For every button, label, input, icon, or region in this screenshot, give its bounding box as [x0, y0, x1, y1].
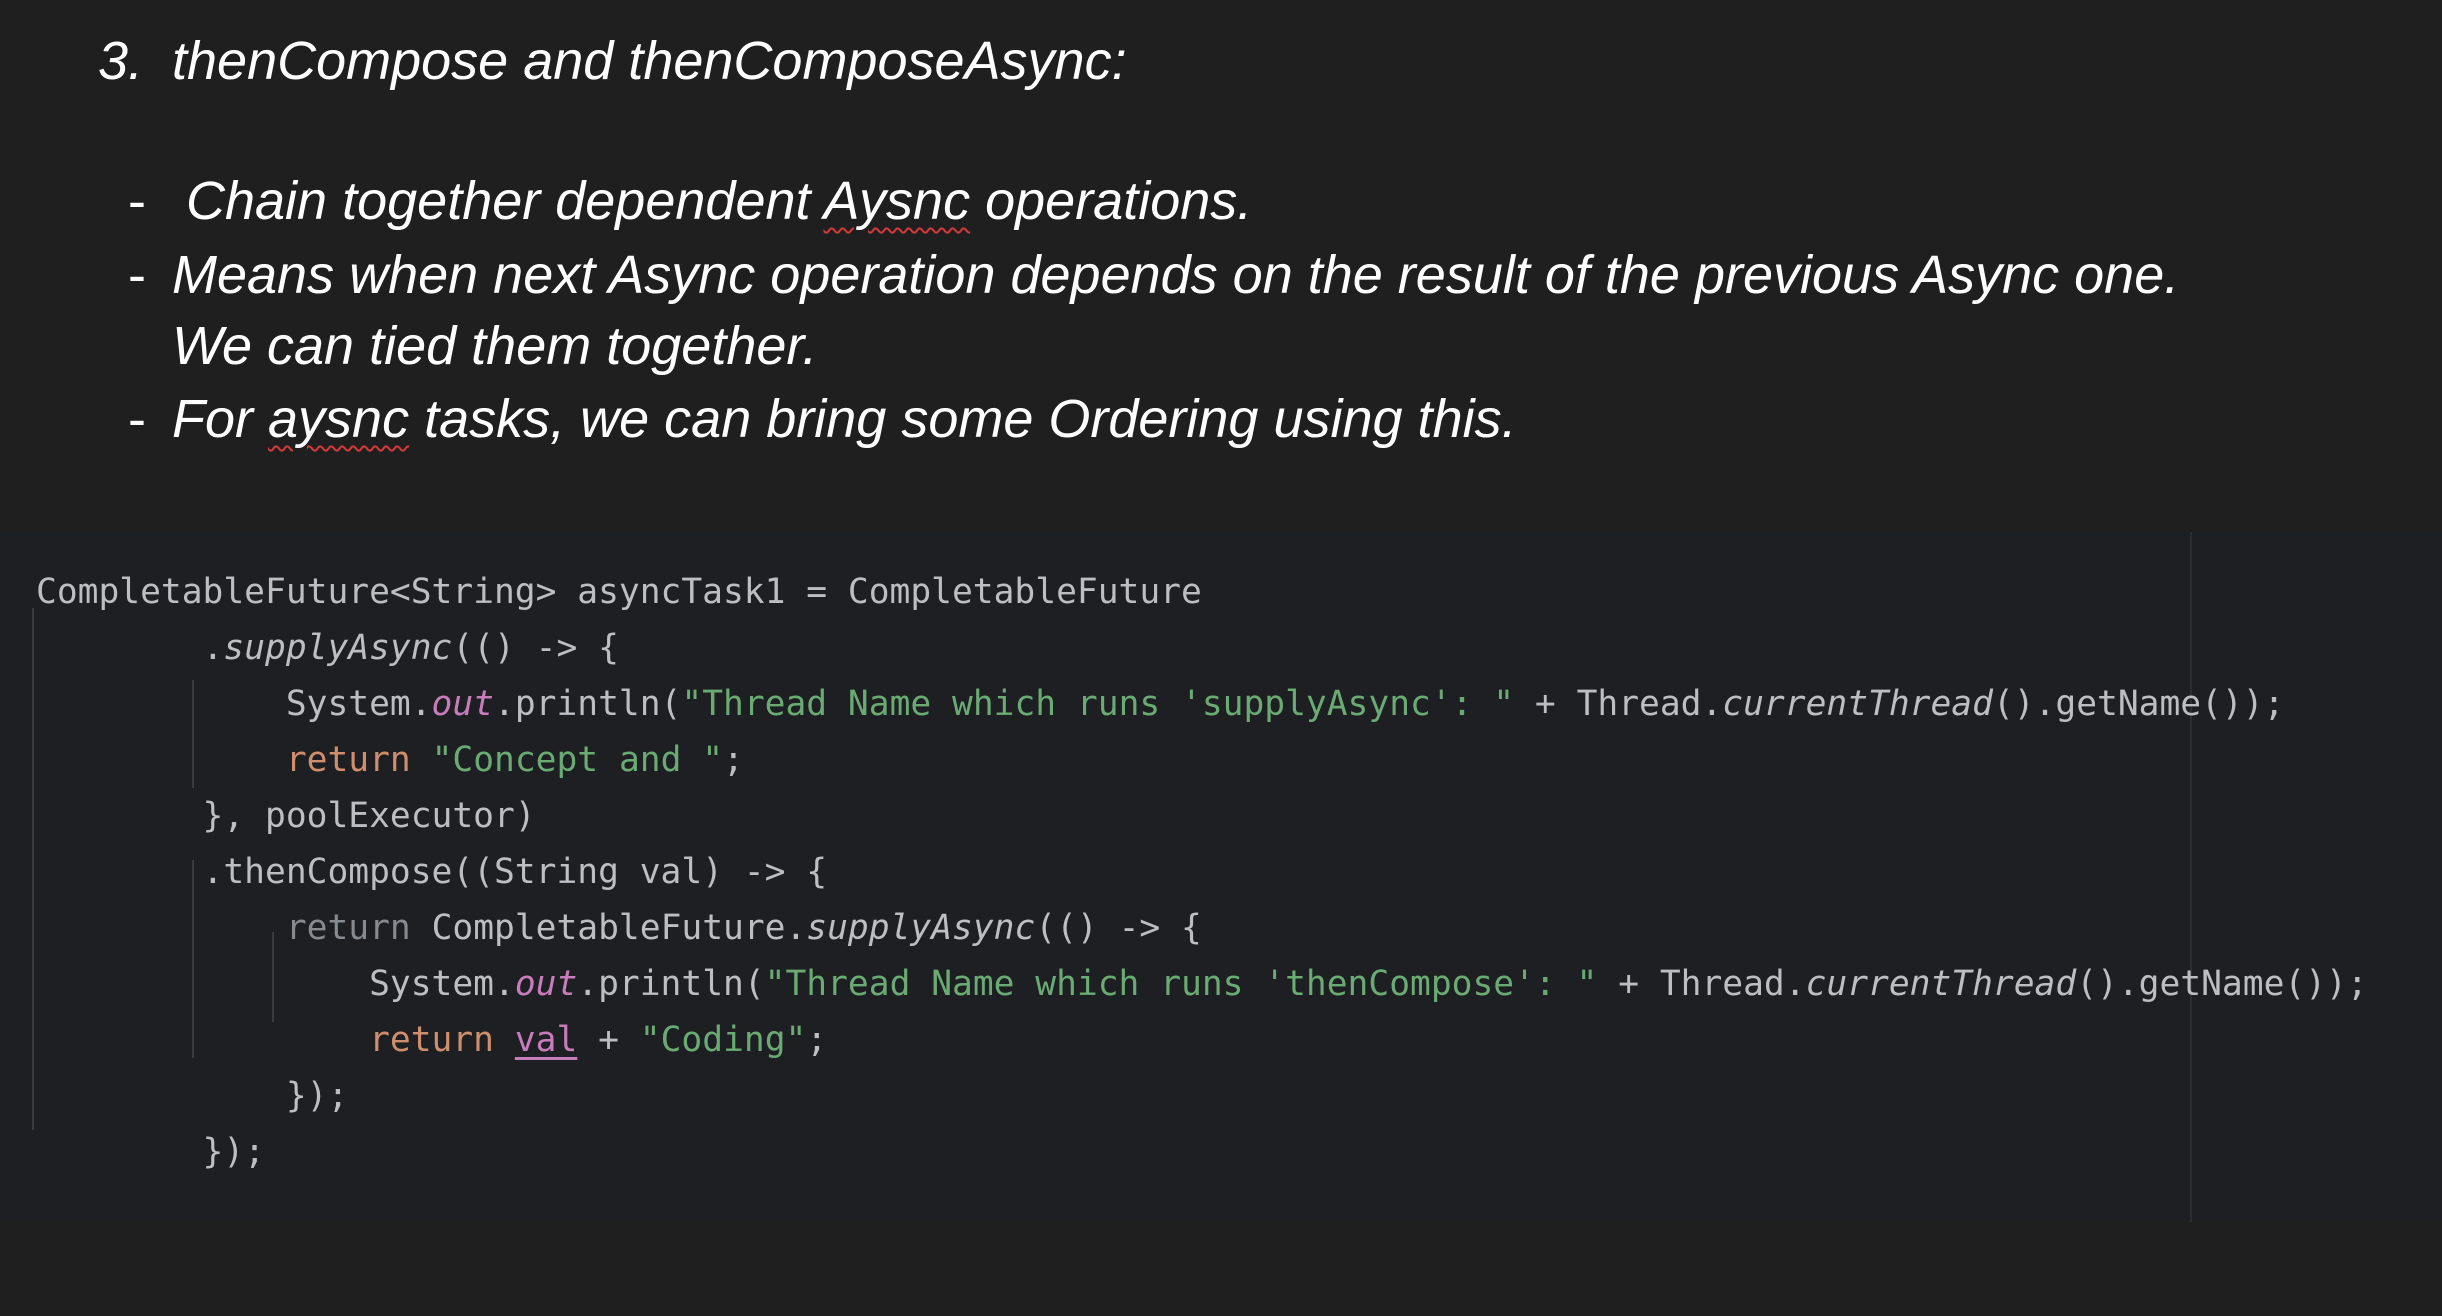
code-token: "Thread Name which runs 'supplyAsync': "	[681, 684, 1515, 724]
code-token: .println(	[494, 684, 682, 724]
bullet-dash: -	[128, 389, 146, 449]
code-token: out	[431, 684, 495, 724]
bullet-text-line: For aysnc tasks, we can bring some Order…	[172, 388, 1517, 450]
code-token: +	[577, 1020, 640, 1060]
bullet-text: For	[172, 389, 269, 449]
code-line: });	[36, 1068, 348, 1124]
code-token: (() -> {	[452, 628, 619, 668]
code-token: "Concept and "	[431, 740, 724, 780]
code-token: + Thread.	[1514, 684, 1723, 724]
code-line: .thenCompose((String val) -> {	[36, 844, 828, 900]
bullet-dash: -	[128, 171, 146, 231]
code-token: CompletableFuture<String> asyncTask1 = C…	[36, 572, 1202, 612]
code-token: currentThread	[1722, 684, 1993, 724]
code-token: }, poolExecutor)	[36, 796, 536, 836]
slide: 3. thenCompose and thenComposeAsync: - Cha…	[0, 0, 2442, 1316]
bullet-text-line: We can tied them together.	[172, 315, 817, 377]
bullet-text: tasks, we can bring some Ordering using …	[409, 389, 1517, 449]
code-token: supplyAsync	[223, 628, 453, 668]
code-token: return	[369, 1020, 495, 1060]
code-token: supplyAsync	[806, 908, 1036, 948]
code-token: ;	[723, 740, 744, 780]
misspelled-word: Aysnc	[823, 171, 971, 231]
code-token: out	[514, 964, 578, 1004]
code-token: + Thread.	[1597, 964, 1806, 1004]
bullet-text: We can tied them together.	[172, 316, 818, 376]
code-token: System.	[36, 684, 432, 724]
code-token: .println(	[577, 964, 765, 1004]
bullet-text-line: Means when next Async operation depends …	[172, 244, 2179, 306]
heading-title: thenCompose and thenComposeAsync:	[172, 31, 1127, 91]
code-token: "Thread Name which runs 'thenCompose': "	[764, 964, 1598, 1004]
heading-number: 3.	[98, 31, 144, 91]
code-token: ;	[806, 1020, 828, 1060]
bullet-text-line: Chain together dependent Aysnc operation…	[186, 170, 1252, 232]
code-token: "Coding"	[639, 1020, 807, 1060]
code-token: CompletableFuture.	[410, 908, 807, 948]
code-token: ().getName());	[1992, 684, 2285, 724]
section-heading: 3. thenCompose and thenComposeAsync:	[98, 30, 1127, 92]
bullet-text: Means when next Async operation depends …	[172, 245, 2180, 305]
code-line: }, poolExecutor)	[36, 788, 536, 844]
code-line: return val + "Coding";	[36, 1012, 827, 1068]
code-token: });	[36, 1132, 265, 1172]
code-editor-panel: CompletableFuture<String> asyncTask1 = C…	[0, 532, 2442, 1222]
right-margin-guide	[2190, 532, 2192, 1222]
code-line: return "Concept and ";	[36, 732, 744, 788]
indent-guide	[32, 608, 34, 1130]
code-token: (() -> {	[1035, 908, 1202, 948]
code-line: });	[36, 1124, 265, 1180]
code-token: return	[285, 740, 411, 780]
code-token: .thenCompose((String val) -> {	[36, 852, 828, 892]
code-token: return	[285, 908, 411, 948]
code-line: .supplyAsync(() -> {	[36, 620, 619, 676]
code-token: .	[36, 628, 224, 668]
misspelled-word: aysnc	[268, 389, 410, 449]
code-line: return CompletableFuture.supplyAsync(() …	[36, 900, 1202, 956]
code-token: val	[514, 1020, 578, 1060]
bullet-text: operations.	[970, 171, 1253, 231]
code-line: System.out.println("Thread Name which ru…	[36, 956, 2368, 1012]
bullet-text: Chain together dependent	[186, 171, 824, 231]
code-token: });	[36, 1076, 349, 1116]
code-token: ().getName());	[2076, 964, 2368, 1004]
code-line: System.out.println("Thread Name which ru…	[36, 676, 2285, 732]
code-token: currentThread	[1805, 964, 2077, 1004]
code-token: System.	[36, 964, 515, 1004]
code-line: CompletableFuture<String> asyncTask1 = C…	[36, 564, 1202, 620]
bullet-dash: -	[128, 245, 146, 305]
